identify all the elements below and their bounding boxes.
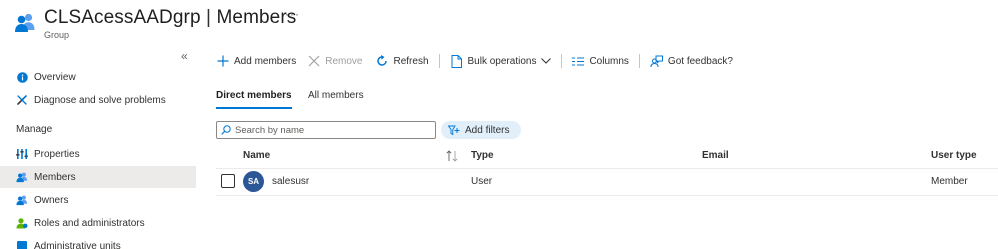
sidebar-item-owners[interactable]: Owners <box>0 189 196 211</box>
chevron-down-icon <box>541 56 552 67</box>
roles-icon <box>16 217 28 229</box>
sidebar-item-label: Diagnose and solve problems <box>34 94 166 106</box>
got-feedback-label: Got feedback? <box>667 55 733 67</box>
row-divider <box>216 195 998 196</box>
search-input[interactable] <box>235 124 425 136</box>
toolbar-divider <box>638 54 640 68</box>
page-header: CLSAcessAADgrp | Members ··· Group <box>0 0 998 48</box>
sort-icon[interactable] <box>446 150 458 162</box>
add-members-label: Add members <box>234 55 297 67</box>
info-icon <box>16 71 28 83</box>
sidebar-item-overview[interactable]: Overview <box>0 66 196 88</box>
page-subtitle: Group <box>44 30 70 40</box>
feedback-icon <box>650 55 663 68</box>
refresh-label: Refresh <box>393 55 429 67</box>
sidebar-item-label: Administrative units <box>34 240 121 249</box>
got-feedback-button[interactable]: Got feedback? <box>650 51 733 71</box>
column-header-name[interactable]: Name <box>243 150 270 161</box>
bulk-operations-button[interactable]: Bulk operations <box>450 51 552 71</box>
close-icon <box>307 55 320 68</box>
sidebar-item-label: Overview <box>34 71 76 83</box>
members-icon <box>16 171 28 183</box>
add-members-button[interactable]: Add members <box>216 51 296 71</box>
title-separator: | <box>206 7 212 28</box>
group-name: CLSAcessAADgrp <box>44 7 201 28</box>
wrench-icon <box>16 94 28 106</box>
tab-direct-members[interactable]: Direct members <box>216 90 292 110</box>
refresh-button[interactable]: Refresh <box>376 51 429 71</box>
member-type: User <box>471 176 493 187</box>
header-divider <box>216 168 998 169</box>
double-chevron-left-icon[interactable]: « <box>181 50 193 64</box>
group-icon <box>14 11 36 33</box>
member-name[interactable]: salesusr <box>272 176 309 187</box>
remove-button[interactable]: Remove <box>307 51 363 71</box>
table-row: SA salesusr User Member <box>216 170 998 194</box>
column-header-user-type[interactable]: User type <box>931 150 977 161</box>
column-header-email[interactable]: Email <box>702 150 729 161</box>
avatar: SA <box>243 171 264 192</box>
properties-icon <box>16 148 28 160</box>
columns-icon <box>572 55 585 68</box>
sidebar-item-diagnose[interactable]: Diagnose and solve problems <box>0 89 196 111</box>
ellipsis-icon[interactable]: ··· <box>285 8 301 24</box>
add-filters-label: Add filters <box>465 124 510 136</box>
command-bar: Add members Remove Refresh Bulk operatio… <box>216 51 733 71</box>
admin-units-icon <box>16 240 28 249</box>
sidebar-item-properties[interactable]: Properties <box>0 143 196 165</box>
owners-icon <box>16 194 28 206</box>
sidebar-item-label: Members <box>34 171 76 183</box>
add-filters-button[interactable]: Add filters <box>441 121 521 139</box>
toolbar-divider <box>561 54 563 68</box>
document-icon <box>450 54 463 68</box>
sidebar-item-members[interactable]: Members <box>0 166 196 188</box>
add-filter-icon <box>447 125 460 136</box>
refresh-icon <box>376 55 389 68</box>
sidebar: « Overview Diagnose and solve problems M… <box>0 48 196 249</box>
sidebar-item-admin-units[interactable]: Administrative units <box>0 235 196 249</box>
page-title: CLSAcessAADgrp | Members <box>44 7 296 29</box>
row-checkbox[interactable] <box>221 174 235 188</box>
sidebar-item-label: Owners <box>34 194 69 206</box>
column-header-type[interactable]: Type <box>471 150 494 161</box>
plus-icon <box>216 55 229 68</box>
sidebar-section-manage: Manage <box>16 124 53 135</box>
toolbar-divider <box>438 54 440 68</box>
sidebar-item-label: Properties <box>34 148 80 160</box>
columns-label: Columns <box>589 55 629 67</box>
member-user-type: Member <box>931 176 968 187</box>
tab-all-members[interactable]: All members <box>308 90 364 110</box>
remove-label: Remove <box>325 55 363 67</box>
sidebar-item-roles[interactable]: Roles and administrators <box>0 212 196 234</box>
search-icon <box>221 125 231 135</box>
search-box <box>216 121 436 139</box>
columns-button[interactable]: Columns <box>572 51 629 71</box>
bulk-operations-label: Bulk operations <box>467 55 537 67</box>
sidebar-item-label: Roles and administrators <box>34 217 145 229</box>
